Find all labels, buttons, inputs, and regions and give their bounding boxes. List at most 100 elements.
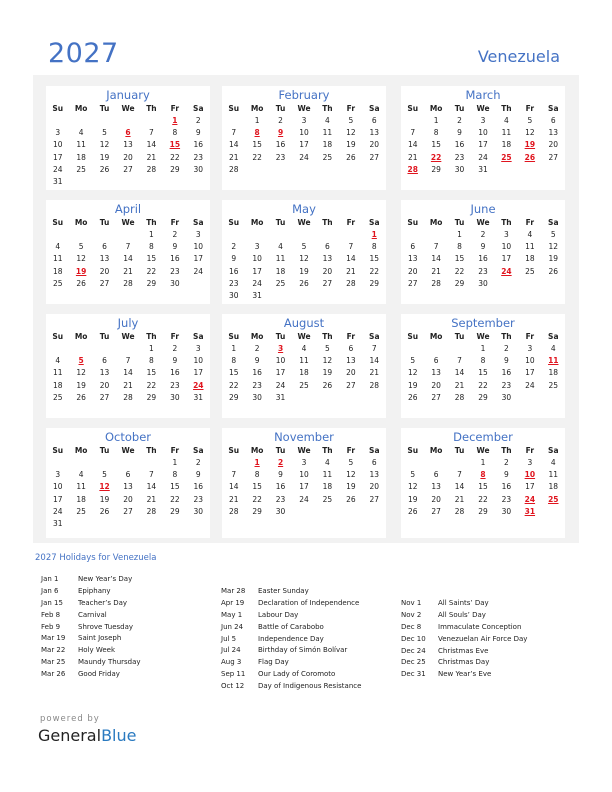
empty-cell: [424, 457, 447, 469]
weekday-header: Sa: [548, 104, 559, 113]
day-cell: 28: [123, 392, 133, 402]
weekday-header: Su: [407, 446, 419, 455]
day-cell: 3: [504, 230, 509, 239]
day-cell: 12: [548, 242, 559, 252]
day-cell: 29: [369, 278, 380, 288]
day-cell: 5: [348, 458, 354, 467]
holiday-name: Day of Indigenous Resistance: [258, 682, 362, 691]
holiday-date: Dec 25: [401, 658, 426, 667]
day-cell: 31: [52, 176, 63, 186]
day-grid: Su Mo Tu We Th Fr Sa 1 2 3 4 5 6 7 8 9 10 11 12 13 14 15 16 17 1…: [401, 102, 565, 176]
day-cell: 11: [52, 254, 63, 264]
weekday-header: Su: [52, 332, 64, 341]
day-cell: 12: [346, 470, 356, 480]
weekday-header: Th: [146, 332, 157, 341]
holiday-day-cell: 31: [524, 506, 536, 516]
day-cell: 1: [149, 230, 154, 239]
weekday-header: We: [476, 218, 490, 227]
day-cell: 21: [146, 152, 157, 162]
day-cell: 17: [193, 254, 204, 264]
day-cell: 2: [254, 344, 260, 353]
day-cell: 7: [433, 242, 439, 252]
day-cell: 20: [123, 152, 133, 162]
holiday-day-cell: 5: [78, 356, 84, 366]
day-cell: 24: [478, 152, 488, 162]
day-cell: 10: [501, 242, 512, 252]
day-cell: 22: [170, 152, 180, 162]
empty-cell: [140, 457, 163, 469]
holidays-title: 2027 Holidays for Venezuela: [35, 553, 157, 563]
day-cell: 2: [480, 230, 486, 239]
month-february: February Su Mo Tu We Th Fr Sa 1 2 3 4 5 6 7 8 9 10 11 12 13 1…: [222, 86, 386, 190]
day-cell: 16: [170, 254, 180, 264]
weekday-header: Mo: [429, 104, 443, 113]
empty-cell: [46, 229, 69, 241]
day-cell: 4: [278, 242, 283, 252]
day-cell: 25: [322, 494, 333, 504]
weekday-header: Su: [52, 218, 64, 227]
empty-cell: [116, 343, 139, 355]
day-cell: 23: [170, 266, 180, 276]
day-cell: 6: [325, 242, 330, 252]
weekday-header: We: [121, 104, 135, 113]
day-cell: 12: [76, 254, 86, 264]
holiday-item: Nov 1 All Saints’ Day: [401, 598, 527, 610]
day-cell: 5: [301, 242, 307, 252]
day-cell: 20: [99, 380, 110, 390]
day-cell: 19: [548, 254, 559, 264]
day-cell: 7: [457, 470, 462, 480]
day-cell: 8: [231, 356, 237, 366]
day-grid: Su Mo Tu We Th Fr Sa 1 2 3 4 5 6 7 8 9 10 11 12 13 14 15 16 17 1…: [222, 216, 386, 302]
day-grid: Su Mo Tu We Th Fr Sa 1 2 3 4 5 6 7 8 9 10 11 12 13 14 15 16 17 1…: [222, 330, 386, 404]
day-cell: 22: [146, 266, 157, 276]
day-cell: 27: [99, 392, 110, 402]
weekday-header: Fr: [525, 446, 535, 455]
month-title: April: [114, 202, 142, 216]
day-cell: 26: [548, 266, 559, 276]
weekday-header: We: [297, 218, 311, 227]
day-cell: 23: [252, 380, 262, 390]
weekday-header: Sa: [548, 332, 559, 341]
day-cell: 2: [504, 458, 509, 467]
day-cell: 10: [478, 128, 488, 138]
day-cell: 3: [527, 344, 533, 353]
day-cell: 3: [55, 128, 61, 138]
weekday-header: Mo: [250, 104, 264, 113]
weekday-header: Fr: [346, 218, 356, 227]
holiday-day-cell: 10: [524, 470, 536, 480]
day-cell: 30: [501, 506, 512, 516]
day-cell: 25: [275, 278, 286, 288]
holiday-item: Dec 8 Immaculate Conception: [401, 622, 527, 634]
day-cell: 3: [55, 470, 61, 480]
day-cell: 4: [550, 344, 556, 353]
day-cell: 16: [454, 140, 465, 150]
day-cell: 17: [299, 482, 309, 492]
day-cell: 24: [52, 506, 63, 516]
holiday-name: All Souls’ Day: [438, 610, 486, 619]
day-cell: 24: [525, 380, 535, 390]
day-cell: 7: [149, 128, 154, 138]
day-cell: 7: [457, 356, 462, 366]
holiday-item: Feb 9 Shrove Tuesday: [41, 622, 141, 634]
holiday-name: Good Friday: [78, 670, 120, 679]
day-cell: 27: [431, 506, 441, 516]
day-cell: 13: [548, 128, 559, 138]
weekday-header: Th: [146, 218, 157, 227]
day-cell: 23: [501, 380, 512, 390]
weekday-header: Mo: [250, 332, 264, 341]
holiday-date: Mar 28: [221, 587, 246, 595]
holiday-item: Jan 15 Teacher’s Day: [41, 598, 141, 610]
day-cell: 14: [454, 482, 465, 492]
day-cell: 4: [550, 458, 556, 467]
holiday-name: New Year’s Eve: [438, 670, 492, 679]
holiday-day-cell: 11: [548, 356, 559, 366]
holiday-day-cell: 24: [193, 380, 204, 390]
holiday-name: Holy Week: [78, 646, 116, 655]
empty-cell: [448, 457, 471, 469]
day-cell: 27: [322, 278, 333, 288]
weekday-header: Mo: [429, 218, 443, 227]
day-cell: 20: [123, 494, 133, 504]
weekday-header: Fr: [525, 104, 535, 113]
day-cell: 24: [193, 266, 204, 276]
year-title: 2027: [48, 38, 119, 69]
